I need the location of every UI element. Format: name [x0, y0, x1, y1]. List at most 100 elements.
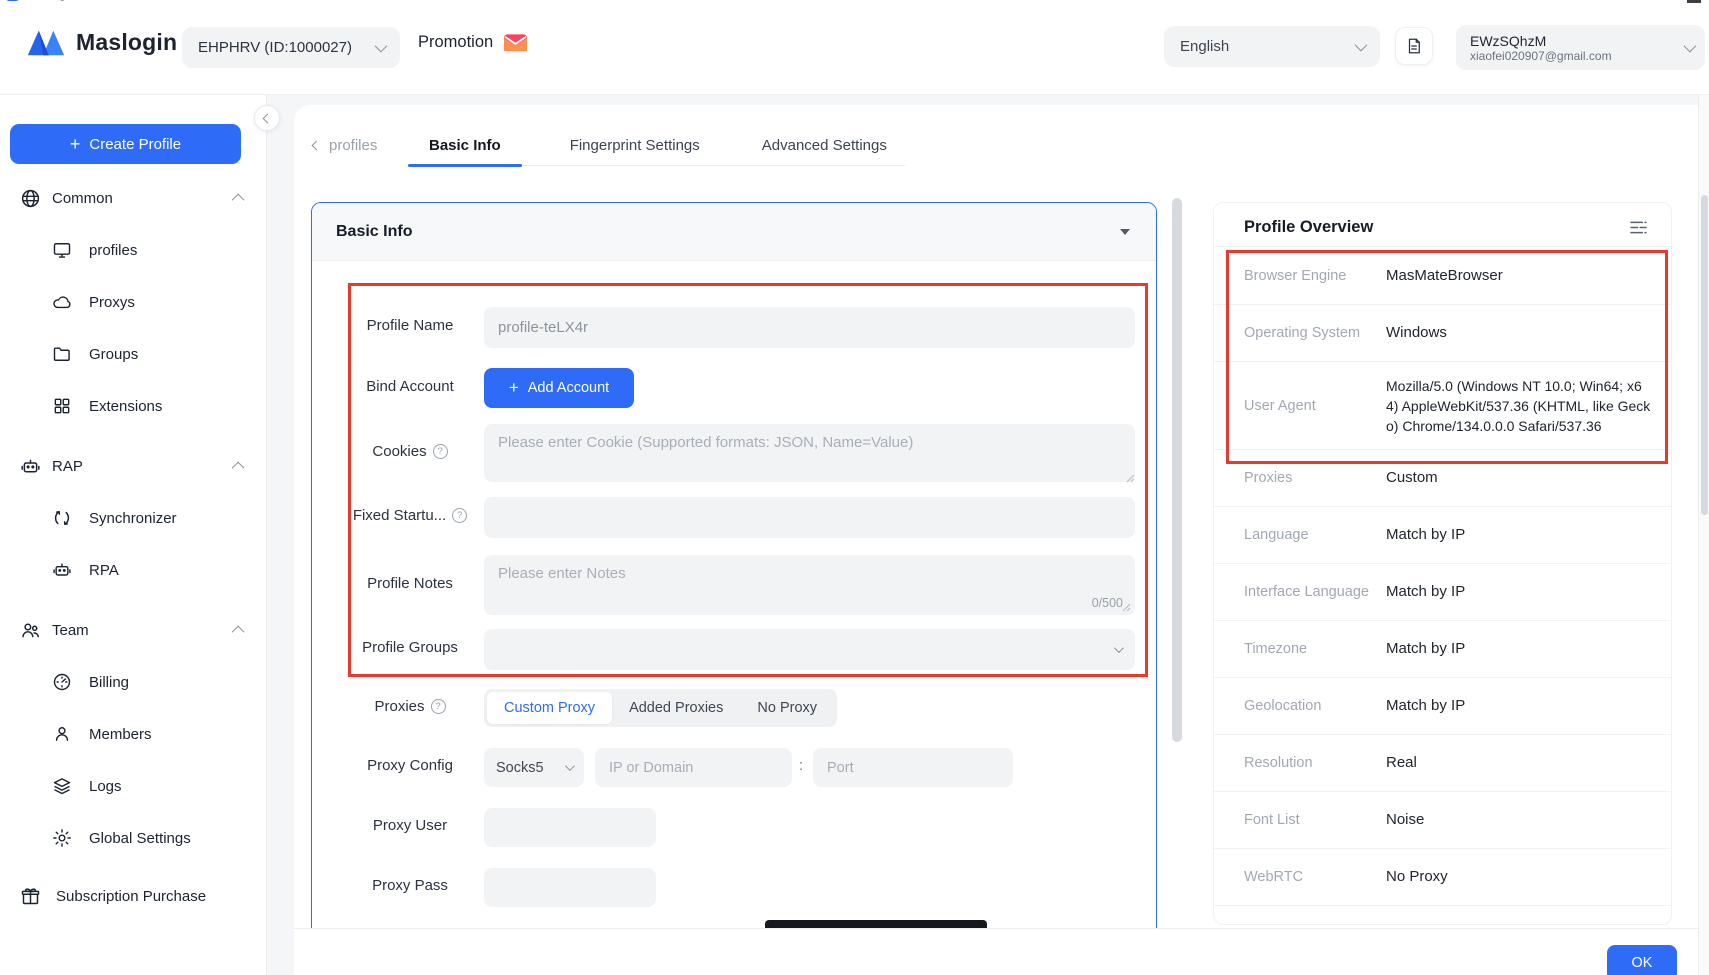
- layers-icon: [52, 776, 72, 796]
- ok-label: OK: [1632, 955, 1653, 971]
- host-port-separator: :: [799, 757, 803, 774]
- promotion-link[interactable]: Promotion: [418, 31, 528, 54]
- item-label: Billing: [89, 674, 129, 691]
- proxy-protocol-select[interactable]: Socks5: [484, 748, 584, 787]
- sidebar-item-extensions[interactable]: Extensions: [0, 380, 266, 432]
- profile-notes-textarea[interactable]: [484, 555, 1135, 615]
- page-scrollbar-thumb[interactable]: [1701, 195, 1708, 515]
- breadcrumb-back[interactable]: profiles: [313, 124, 377, 166]
- tab-label: Fingerprint Settings: [570, 137, 700, 154]
- sidebar-collapse-button[interactable]: [254, 105, 280, 131]
- sidebar-item-groups[interactable]: Groups: [0, 328, 266, 380]
- profile-overview-panel: Profile Overview Browser Engine MasMateB…: [1213, 202, 1672, 925]
- active-tab-underline: [408, 164, 522, 167]
- proxy-pass-input[interactable]: [484, 868, 656, 907]
- segment-label: No Proxy: [757, 700, 817, 716]
- section-label: Team: [52, 622, 89, 639]
- sidebar-section-common[interactable]: Common: [0, 172, 266, 224]
- profile-groups-select[interactable]: [484, 629, 1135, 670]
- chevron-left-icon: [262, 113, 272, 123]
- item-label: Members: [89, 726, 152, 743]
- proxy-host-input[interactable]: [595, 748, 792, 787]
- proxy-user-input[interactable]: [484, 808, 656, 847]
- sidebar-item-members[interactable]: Members: [0, 708, 266, 760]
- item-label: Extensions: [89, 398, 162, 415]
- promotion-label: Promotion: [418, 33, 493, 52]
- sidebar: + Create Profile Common profile: [0, 95, 267, 975]
- sidebar-item-rpa[interactable]: RPA: [0, 544, 266, 596]
- cloud-icon: [52, 292, 72, 312]
- overview-row-resolution: Resolution Real: [1214, 735, 1671, 792]
- language-label: English: [1180, 38, 1229, 55]
- profile-notes-label: Profile Notes: [336, 575, 484, 592]
- cookies-textarea[interactable]: [484, 424, 1135, 482]
- selected-value: Socks5: [496, 760, 544, 776]
- footer-bar: OK: [294, 928, 1709, 975]
- list-settings-icon[interactable]: [1630, 220, 1647, 235]
- workspace-label: EHPHRV (ID:1000027): [198, 39, 352, 56]
- vertical-scrollbar-thumb[interactable]: [1172, 198, 1182, 742]
- proxy-pass-label: Proxy Pass: [336, 877, 484, 894]
- chevron-down-icon: [1355, 39, 1368, 52]
- segment-custom-proxy[interactable]: Custom Proxy: [487, 692, 612, 724]
- proxy-port-input[interactable]: [813, 748, 1013, 787]
- help-icon[interactable]: ?: [452, 508, 467, 523]
- chevron-up-icon: [232, 193, 245, 206]
- item-label: RPA: [89, 562, 119, 579]
- resize-handle-icon[interactable]: [1122, 603, 1131, 612]
- add-account-button[interactable]: + Add Account: [484, 368, 634, 408]
- segment-label: Custom Proxy: [504, 700, 595, 716]
- sidebar-item-synchronizer[interactable]: Synchronizer: [0, 492, 266, 544]
- app-logo: Maslogin: [26, 28, 177, 57]
- tab-basic-info[interactable]: Basic Info: [408, 124, 522, 166]
- section-label: Common: [52, 190, 113, 207]
- sidebar-item-profiles[interactable]: profiles: [0, 224, 266, 276]
- cookies-label: Cookies ?: [336, 443, 484, 460]
- tab-label: Basic Info: [429, 137, 501, 154]
- docs-button[interactable]: [1395, 27, 1433, 65]
- sidebar-item-global-settings[interactable]: Global Settings: [0, 812, 266, 864]
- profile-name-input[interactable]: [484, 307, 1135, 348]
- help-icon[interactable]: ?: [431, 699, 446, 714]
- chevron-up-icon: [232, 625, 245, 638]
- overview-row-interface-language: Interface Language Match by IP: [1214, 564, 1671, 621]
- item-label: Groups: [89, 346, 138, 363]
- help-icon[interactable]: ?: [433, 444, 448, 459]
- sidebar-section-team[interactable]: Team: [0, 604, 266, 656]
- sidebar-item-subscription-purchase[interactable]: Subscription Purchase: [0, 870, 266, 922]
- segment-no-proxy[interactable]: No Proxy: [740, 692, 834, 724]
- basic-info-panel-header[interactable]: Basic Info: [312, 203, 1156, 261]
- tab-fingerprint-settings[interactable]: Fingerprint Settings: [556, 124, 714, 166]
- segment-added-proxies[interactable]: Added Proxies: [612, 692, 740, 724]
- resize-handle-icon[interactable]: [1126, 474, 1152, 938]
- overview-row-geolocation: Geolocation Match by IP: [1214, 678, 1671, 735]
- overview-row-operating-system: Operating System Windows: [1214, 305, 1671, 362]
- language-selector[interactable]: English: [1164, 26, 1380, 67]
- sidebar-section-rap[interactable]: RAP: [0, 440, 266, 492]
- dark-bar-artifact: [765, 920, 987, 928]
- tab-advanced-settings[interactable]: Advanced Settings: [748, 124, 901, 166]
- chevron-left-icon: [312, 140, 322, 150]
- account-menu[interactable]: EWzSQhzM xiaofei020907@gmail.com: [1456, 25, 1705, 70]
- sidebar-item-logs[interactable]: Logs: [0, 760, 266, 812]
- window-control-artifact: [1687, 0, 1701, 3]
- sidebar-item-proxys[interactable]: Proxys: [0, 276, 266, 328]
- chevron-down-icon: [375, 40, 388, 53]
- browser-tab-artifact: Maslogin: [6, 0, 126, 4]
- sync-icon: [52, 508, 72, 528]
- ok-button[interactable]: OK: [1607, 945, 1677, 975]
- sidebar-item-billing[interactable]: Billing: [0, 656, 266, 708]
- overview-row-proxies: Proxies Custom: [1214, 450, 1671, 507]
- chevron-down-icon: [565, 761, 575, 771]
- robot-icon: [20, 456, 41, 477]
- user-email: xiaofei020907@gmail.com: [1470, 49, 1612, 63]
- workspace-selector[interactable]: EHPHRV (ID:1000027): [182, 27, 400, 68]
- fixed-startup-input[interactable]: [484, 497, 1135, 538]
- item-label: Synchronizer: [89, 510, 177, 527]
- overview-row-browser-engine: Browser Engine MasMateBrowser: [1214, 248, 1671, 305]
- monitor-icon: [52, 240, 72, 260]
- document-icon: [1405, 37, 1423, 55]
- create-profile-button[interactable]: + Create Profile: [10, 124, 241, 164]
- panel-title: Basic Info: [336, 223, 412, 241]
- overview-row-language: Language Match by IP: [1214, 507, 1671, 564]
